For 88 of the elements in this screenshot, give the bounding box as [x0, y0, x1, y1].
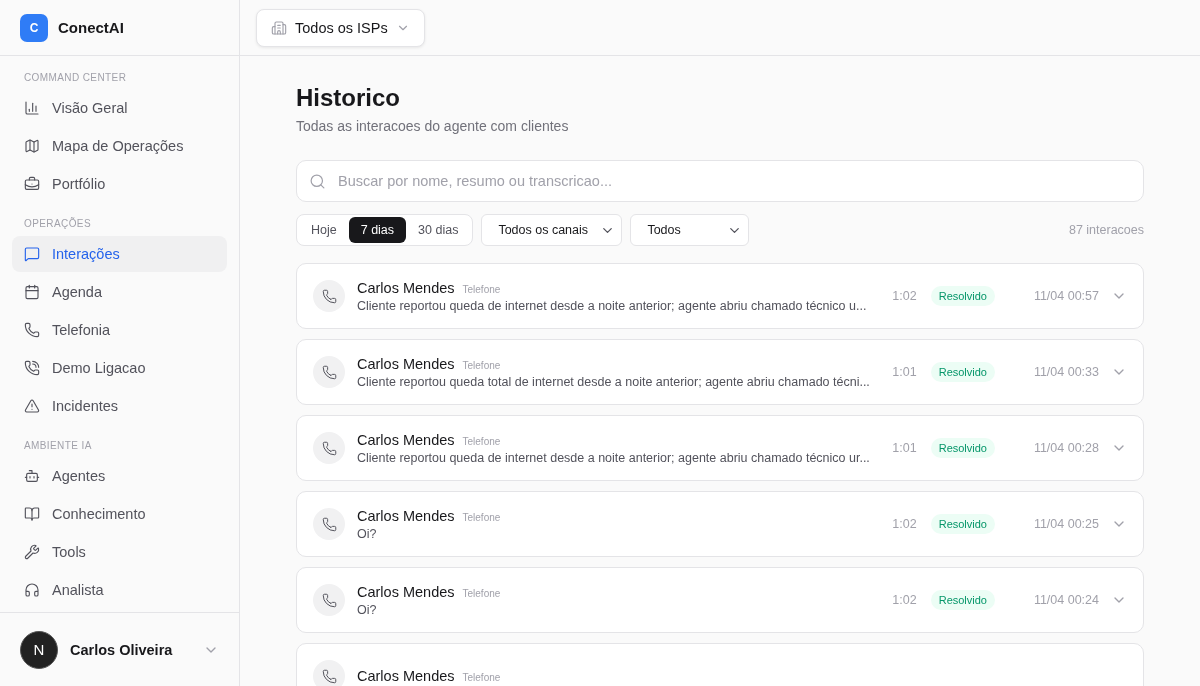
interaction-card[interactable]: Carlos Mendes Telefone [296, 643, 1144, 686]
contact-name: Carlos Mendes [357, 431, 455, 448]
channel-label: Telefone [462, 283, 501, 295]
phone-icon [313, 432, 345, 464]
nav-item[interactable]: Agenda [12, 274, 227, 310]
logo-icon: C [20, 13, 48, 42]
interaction-card[interactable]: Carlos Mendes Telefone Cliente reportou queda de internet desde a noite anterior; agente abriu chamado técnico u... 1:02 Resolvido 11/04 00:57 [296, 263, 1144, 329]
brand-name: ConectAI [58, 19, 124, 36]
phone-icon [313, 660, 345, 686]
period-option[interactable]: Hoje [299, 217, 349, 243]
nav-item[interactable]: Portfólio [12, 166, 227, 202]
status-badge: Resolvido [930, 438, 995, 458]
interaction-count: 87 interacoes [1068, 223, 1144, 237]
period-option[interactable]: 7 dias [348, 217, 407, 243]
call-duration: 1:02 [891, 517, 917, 531]
briefcase-icon [24, 176, 40, 192]
user-avatar[interactable]: N [20, 630, 58, 669]
contact-name: Carlos Mendes [357, 668, 455, 684]
call-duration: 1:01 [891, 441, 917, 455]
interaction-summary: Oi? [357, 526, 378, 541]
channel-label: Telefone [462, 435, 501, 447]
interaction-summary: Cliente reportou queda de internet desde a noite anterior; agente abriu chamado técnico u... [357, 298, 868, 313]
phone-icon [313, 356, 345, 388]
channel-label: Telefone [462, 672, 501, 683]
page-title: Historico [296, 84, 401, 112]
interaction-date: 11/04 00:24 [1032, 593, 1099, 607]
interaction-card[interactable]: Carlos Mendes Telefone Oi? 1:02 Resolvido 11/04 00:24 [296, 567, 1144, 633]
interaction-card[interactable]: Carlos Mendes Telefone Oi? 1:02 Resolvido 11/04 00:25 [296, 491, 1144, 557]
headphones-icon [24, 582, 40, 598]
nav-item[interactable]: Tools [12, 534, 227, 570]
nav-item[interactable]: Agentes [12, 458, 227, 494]
interaction-card[interactable]: Carlos Mendes Telefone Cliente reportou queda de internet desde a noite anterior; agente abriu chamado técnico ur... 1:01 Resolvido 11/04 00:28 [296, 415, 1144, 481]
status-badge: Resolvido [930, 514, 995, 534]
channel-label: Telefone [462, 587, 501, 599]
status-badge: Resolvido [930, 590, 995, 610]
nav-item[interactable]: Incidentes [12, 388, 227, 424]
call-duration: 1:02 [891, 593, 917, 607]
section-title: OPERAÇÕES [23, 216, 92, 231]
search-input[interactable]: Buscar por nome, resumo ou transcricao... [336, 172, 1131, 190]
phone-icon [313, 584, 345, 616]
status-badge: Resolvido [930, 362, 995, 382]
isp-selector[interactable]: Todos os ISPs [256, 8, 425, 47]
filter-dropdown[interactable]: Todos os canais [481, 214, 623, 246]
nav-item[interactable]: Telefonia [12, 312, 227, 348]
nav-item[interactable]: Interações [12, 236, 227, 272]
nav-item[interactable]: Analista [12, 572, 227, 608]
section-title: COMMAND CENTER [23, 71, 128, 85]
filter-dropdown[interactable]: Todos [630, 214, 750, 246]
period-option[interactable]: 30 dias [406, 217, 471, 243]
interaction-summary: Cliente reportou queda total de internet desde a noite anterior; agente abriu chamado técni... [357, 374, 871, 389]
nav-item[interactable]: Visão Geral [12, 90, 227, 126]
section-title: AMBIENTE IA [23, 439, 93, 453]
channel-label: Telefone [462, 359, 501, 371]
interaction-date: 11/04 00:25 [1032, 517, 1099, 531]
status-badge: Resolvido [930, 286, 995, 306]
robot-icon [24, 468, 40, 484]
contact-name: Carlos Mendes [357, 355, 455, 372]
chat-icon [24, 246, 40, 262]
bar-chart-icon [24, 100, 40, 116]
call-duration: 1:01 [891, 365, 917, 379]
user-name: Carlos Oliveira [70, 641, 174, 658]
call-duration: 1:02 [891, 289, 917, 303]
contact-name: Carlos Mendes [357, 583, 455, 600]
phone-icon [24, 322, 40, 338]
calendar-icon [24, 284, 40, 300]
phone-icon [313, 508, 345, 540]
phone-call-icon [24, 360, 40, 376]
warning-icon [24, 398, 40, 414]
search-field[interactable]: Buscar por nome, resumo ou transcricao... [296, 160, 1144, 202]
interaction-summary: Cliente reportou queda de internet desde a noite anterior; agente abriu chamado técnico ur... [357, 450, 871, 465]
contact-name: Carlos Mendes [357, 507, 455, 524]
contact-name: Carlos Mendes [357, 279, 455, 296]
interaction-card[interactable]: Carlos Mendes Telefone Cliente reportou queda total de internet desde a noite anterior; agente abriu chamado técni... 1:01 Resolvido 11/04 00:33 [296, 339, 1144, 405]
page-subtitle: Todas as interacoes do agente com clientes [296, 118, 570, 134]
interaction-date: 11/04 00:33 [1032, 365, 1099, 379]
map-icon [24, 138, 40, 154]
wrench-icon [24, 544, 40, 560]
nav-item[interactable]: Conhecimento [12, 496, 227, 532]
phone-icon [313, 280, 345, 312]
interaction-summary: Oi? [357, 602, 378, 617]
search-icon [309, 172, 326, 190]
building-icon [271, 19, 287, 36]
nav-item[interactable]: Mapa de Operações [12, 128, 227, 164]
nav-item[interactable]: Demo Ligacao [12, 350, 227, 386]
book-icon [24, 506, 40, 522]
channel-label: Telefone [462, 511, 501, 523]
interaction-date: 11/04 00:28 [1032, 441, 1099, 455]
interaction-date: 11/04 00:57 [1032, 289, 1099, 303]
